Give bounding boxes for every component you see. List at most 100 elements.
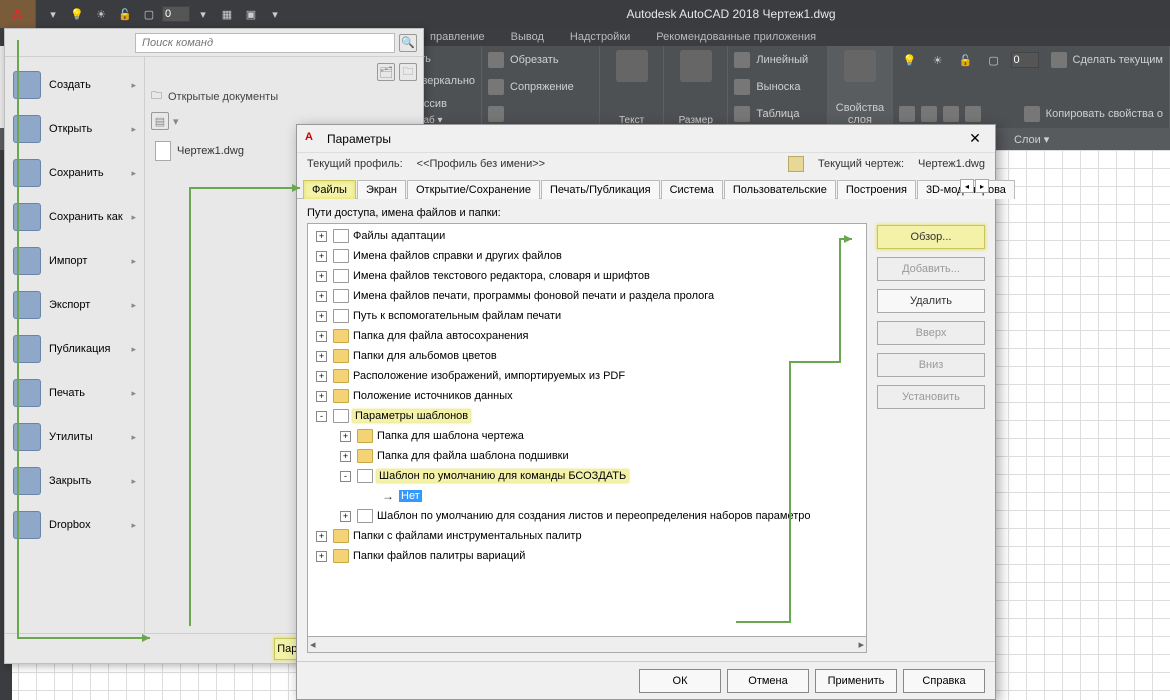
layer-props-icon[interactable] [844,50,876,82]
expander-icon[interactable]: + [340,511,351,522]
search-icon[interactable]: 🔍 [399,34,417,52]
appmenu-item-7[interactable]: Печать▸ [7,371,142,415]
bulb-icon[interactable]: 💡 [899,49,921,71]
tabs-scroll-left-icon[interactable]: ◂ [960,179,974,193]
ribbon-tab[interactable]: Вывод [511,31,544,43]
expander-icon[interactable]: + [340,431,351,442]
expander-icon[interactable]: + [316,271,327,282]
tree-node[interactable]: +Папка для файла автосохранения [308,326,866,346]
fillet-icon[interactable] [488,79,504,95]
expander-icon[interactable]: - [340,471,351,482]
tree-node[interactable]: +Папки для альбомов цветов [308,346,866,366]
expander-icon[interactable]: + [316,231,327,242]
ribbon-tab[interactable]: Рекомендованные приложения [656,31,816,43]
side-button[interactable]: Добавить... [877,257,985,281]
linear-icon[interactable] [734,52,750,68]
dialog-footer-button[interactable]: Применить [815,669,897,693]
tree-node[interactable]: +Имена файлов печати, программы фоновой … [308,286,866,306]
command-search-input[interactable] [135,33,395,53]
expander-icon[interactable]: + [316,551,327,562]
color-swatch-icon[interactable]: ▢ [138,3,160,25]
expander-icon[interactable]: + [316,351,327,362]
qat-dropdown-icon[interactable]: ▾ [192,3,214,25]
dimension-icon[interactable] [680,50,712,82]
expander-icon[interactable]: + [316,391,327,402]
dialog-tab[interactable]: Система [661,180,723,199]
expander-icon[interactable]: - [316,411,327,422]
layer-name-input[interactable] [162,6,190,22]
appmenu-item-0[interactable]: Создать▸ [7,63,142,107]
layer-tool-icon[interactable] [943,106,959,122]
make-current-icon[interactable] [1051,52,1067,68]
trim-icon[interactable] [488,52,504,68]
tree-node[interactable]: +Папка для шаблона чертежа [308,426,866,446]
layer-field[interactable] [1011,52,1039,68]
window-icon[interactable]: ▣ [240,3,262,25]
qat-overflow-icon[interactable]: ▾ [264,3,286,25]
text-icon[interactable] [616,50,648,82]
tree-node[interactable]: +Шаблон по умолчанию для создания листов… [308,506,866,526]
dialog-tab[interactable]: Экран [357,180,406,199]
layers-panel-caption[interactable]: Слои ▾ [1014,133,1049,146]
expander-icon[interactable]: + [316,291,327,302]
tree-node[interactable]: -Шаблон по умолчанию для команды БСОЗДАТ… [308,466,866,486]
dialog-tab[interactable]: Открытие/Сохранение [407,180,540,199]
appmenu-item-6[interactable]: Публикация▸ [7,327,142,371]
dropdown-icon[interactable]: ▾ [173,115,179,128]
appmenu-item-5[interactable]: Экспорт▸ [7,283,142,327]
view-mode-icon[interactable]: ▤ [151,112,169,130]
lock-icon[interactable]: 🔓 [114,3,136,25]
tree-node[interactable]: +Папки файлов палитры вариаций [308,546,866,566]
open-docs-icon[interactable]: 🗀 [399,63,417,81]
tabs-scroll-right-icon[interactable]: ▸ [975,179,989,193]
paths-tree[interactable]: +Файлы адаптации+Имена файлов справки и … [307,223,867,637]
app-logo[interactable]: A [0,0,36,28]
layer-tool-icon[interactable] [921,106,937,122]
tree-node[interactable]: +Файлы адаптации [308,226,866,246]
dialog-footer-button[interactable]: ОК [639,669,721,693]
dialog-tab[interactable]: Файлы [303,180,356,199]
expander-icon[interactable]: + [316,531,327,542]
appmenu-item-4[interactable]: Импорт▸ [7,239,142,283]
appmenu-item-1[interactable]: Открыть▸ [7,107,142,151]
bulb-icon[interactable]: 💡 [66,3,88,25]
menu-dropdown-icon[interactable]: ▾ [42,3,64,25]
ribbon-tab[interactable]: Надстройки [570,31,630,43]
lock-icon[interactable]: 🔓 [955,49,977,71]
tree-node[interactable]: +Папка для файла шаблона подшивки [308,446,866,466]
tree-node[interactable]: -Параметры шаблонов [308,406,866,426]
side-button[interactable]: Вверх [877,321,985,345]
appmenu-item-2[interactable]: Сохранить▸ [7,151,142,195]
dialog-tab[interactable]: Построения [837,180,916,199]
recent-icon[interactable]: 🗂 [377,63,395,81]
tree-node[interactable]: +Папки с файлами инструментальных палитр [308,526,866,546]
sun-icon[interactable]: ☀ [90,3,112,25]
layer-tool-icon[interactable] [899,106,915,122]
leader-icon[interactable] [734,79,750,95]
appmenu-item-10[interactable]: Dropbox▸ [7,503,142,547]
dialog-footer-button[interactable]: Справка [903,669,985,693]
dialog-tab[interactable]: Печать/Публикация [541,180,660,199]
appmenu-item-9[interactable]: Закрыть▸ [7,459,142,503]
side-button[interactable]: Удалить [877,289,985,313]
side-button[interactable]: Вниз [877,353,985,377]
tree-node[interactable]: +Расположение изображений, импортируемых… [308,366,866,386]
expander-icon[interactable]: + [316,371,327,382]
expander-icon[interactable]: + [340,451,351,462]
appmenu-item-8[interactable]: Утилиты▸ [7,415,142,459]
dialog-footer-button[interactable]: Отмена [727,669,809,693]
color-swatch-icon[interactable]: ▢ [983,49,1005,71]
expander-icon[interactable]: + [316,311,327,322]
table-icon[interactable] [734,106,750,122]
tree-hscrollbar[interactable]: ◂▸ [307,637,867,653]
appmenu-item-3[interactable]: Сохранить как▸ [7,195,142,239]
grid-icon[interactable]: ▦ [216,3,238,25]
sun-icon[interactable]: ☀ [927,49,949,71]
tool-icon[interactable] [488,106,504,122]
expander-icon[interactable]: + [316,331,327,342]
close-icon[interactable]: ✕ [963,127,987,151]
tree-node[interactable]: →Нет [308,486,866,506]
tree-node[interactable]: +Положение источников данных [308,386,866,406]
side-button[interactable]: Установить [877,385,985,409]
tree-node[interactable]: +Имена файлов справки и других файлов [308,246,866,266]
